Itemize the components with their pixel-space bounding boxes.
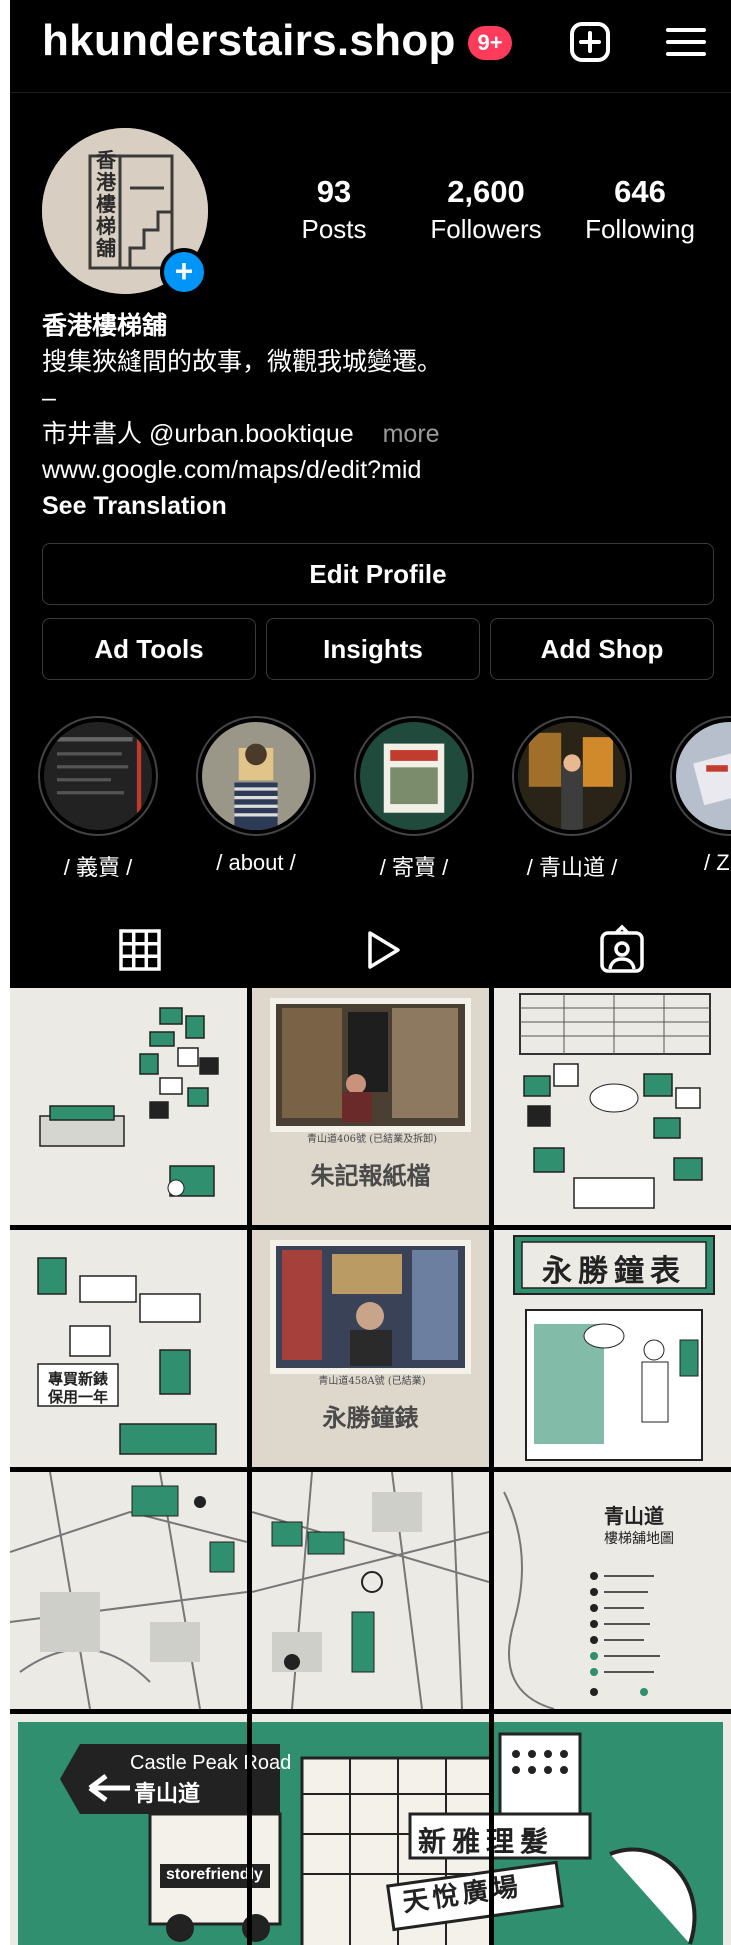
highlight-item[interactable]: / about /: [194, 716, 318, 876]
followers-stat[interactable]: 2,600 Followers: [406, 174, 566, 245]
sign-line-2: 保用一年: [47, 1388, 108, 1406]
post-title: 永勝鐘錶: [322, 1403, 419, 1432]
post-thumbnail[interactable]: 青山道 樓梯舖地圖: [494, 1472, 731, 1709]
sign-line-1: 專買新錶: [47, 1370, 108, 1388]
bio-website-link[interactable]: www.google.com/maps/d/edit?mid: [42, 452, 702, 488]
highlight-item[interactable]: / 義賣 /: [36, 716, 160, 882]
post-caption: 青山道406號 (已結業及拆卸): [306, 1134, 438, 1145]
tab-reels[interactable]: [352, 920, 412, 980]
play-icon: [368, 931, 400, 969]
following-label: Following: [585, 214, 695, 244]
post-thumbnail[interactable]: 青山道406號 (已結業及拆卸) 朱記報紙檔: [252, 988, 489, 1225]
highlight-thumbnail: [518, 722, 626, 830]
notification-badge[interactable]: 9+: [468, 26, 512, 60]
grid-divider: [10, 1467, 731, 1472]
bio-line: 搜集狹縫間的故事，微觀我城變遷。: [42, 348, 443, 376]
tagged-person-icon: [600, 924, 644, 973]
bio-mention[interactable]: 市井書人 @urban.booktique: [42, 420, 354, 448]
post-thumbnail[interactable]: [10, 988, 247, 1225]
following-count: 646: [614, 174, 666, 209]
highlight-ring: [354, 716, 474, 836]
highlight-item[interactable]: / Zi: [668, 716, 731, 876]
map-subtitle: 樓梯舖地圖: [604, 1531, 674, 1547]
tab-tagged[interactable]: [592, 920, 652, 980]
ad-tools-button[interactable]: Ad Tools: [42, 618, 256, 680]
posts-count: 93: [316, 174, 352, 209]
banner-road-zh: 青山道: [134, 1781, 201, 1807]
username-title[interactable]: hkunderstairs.shop: [42, 16, 456, 66]
insights-button[interactable]: Insights: [266, 618, 480, 680]
post-sign-text: 專買新錶 保用一年: [40, 1370, 116, 1406]
post-thumbnail[interactable]: 青山道458A號 (已結業) 永勝鐘錶: [252, 1230, 489, 1467]
add-story-icon[interactable]: +: [160, 248, 208, 296]
post-thumbnail[interactable]: [10, 1472, 247, 1709]
see-translation-link[interactable]: See Translation: [42, 488, 702, 524]
highlight-label: / 義賣 /: [63, 855, 133, 880]
add-shop-button[interactable]: Add Shop: [490, 618, 714, 680]
post-thumbnail[interactable]: 專買新錶 保用一年: [10, 1230, 247, 1467]
map-title: 青山道: [604, 1504, 664, 1528]
post-sign-text: 永勝鐘表: [542, 1254, 686, 1289]
avatar-logo-text: 香港樓梯舖: [96, 150, 116, 260]
highlight-thumbnail: [44, 722, 152, 830]
highlight-ring: [196, 716, 316, 836]
create-post-icon[interactable]: [566, 18, 614, 66]
edit-profile-button[interactable]: Edit Profile: [42, 543, 714, 605]
followers-count: 2,600: [447, 174, 525, 209]
bio-dash: –: [42, 384, 56, 412]
post-title: 朱記報紙檔: [310, 1161, 431, 1190]
post-thumbnail[interactable]: [494, 988, 731, 1225]
grid-divider: [10, 1709, 731, 1714]
top-bar: hkunderstairs.shop 9+: [10, 0, 731, 93]
highlight-thumbnail: [360, 722, 468, 830]
display-name: 香港樓梯舖: [42, 312, 168, 340]
bio-more-link[interactable]: more: [383, 420, 440, 448]
highlight-item[interactable]: / 寄賣 /: [352, 716, 476, 882]
highlight-label: / about /: [216, 850, 296, 875]
highlight-label: / 青山道 /: [526, 855, 618, 880]
posts-label: Posts: [301, 214, 367, 244]
grid-divider: [10, 1225, 731, 1230]
highlight-item[interactable]: / 青山道 /: [510, 716, 634, 882]
post-thumbnail[interactable]: [252, 1472, 489, 1709]
profile-bio: 香港樓梯舖 搜集狹縫間的故事，微觀我城變遷。 – 市井書人 @urban.boo…: [42, 308, 702, 524]
bio-mention-line: 市井書人 @urban.booktique more: [42, 416, 702, 452]
highlight-ring: [670, 716, 731, 836]
highlight-ring: [38, 716, 158, 836]
instagram-profile-screen: hkunderstairs.shop 9+ 香港樓梯舖 + 93 Posts 2…: [10, 0, 731, 1945]
highlight-thumbnail: [202, 722, 310, 830]
highlight-label: / Zi: [704, 850, 731, 875]
post-caption: 青山道458A號 (已結業): [318, 1376, 426, 1387]
highlight-label: / 寄賣 /: [379, 855, 449, 880]
post-thumbnail[interactable]: 永勝鐘表: [494, 1230, 731, 1467]
posts-stat[interactable]: 93 Posts: [254, 174, 414, 245]
banner-road-en: Castle Peak Road: [130, 1752, 292, 1774]
highlight-ring: [512, 716, 632, 836]
banner-sign-1: 新雅理髮: [418, 1825, 555, 1858]
followers-label: Followers: [430, 214, 542, 244]
highlight-thumbnail: [676, 722, 731, 830]
following-stat[interactable]: 646 Following: [560, 174, 720, 245]
tab-grid[interactable]: [110, 920, 170, 980]
grid-icon: [119, 929, 161, 971]
menu-icon[interactable]: [662, 18, 710, 66]
post-banner[interactable]: Castle Peak Road 青山道 storefriendly 新雅理髮 …: [10, 1714, 731, 1945]
